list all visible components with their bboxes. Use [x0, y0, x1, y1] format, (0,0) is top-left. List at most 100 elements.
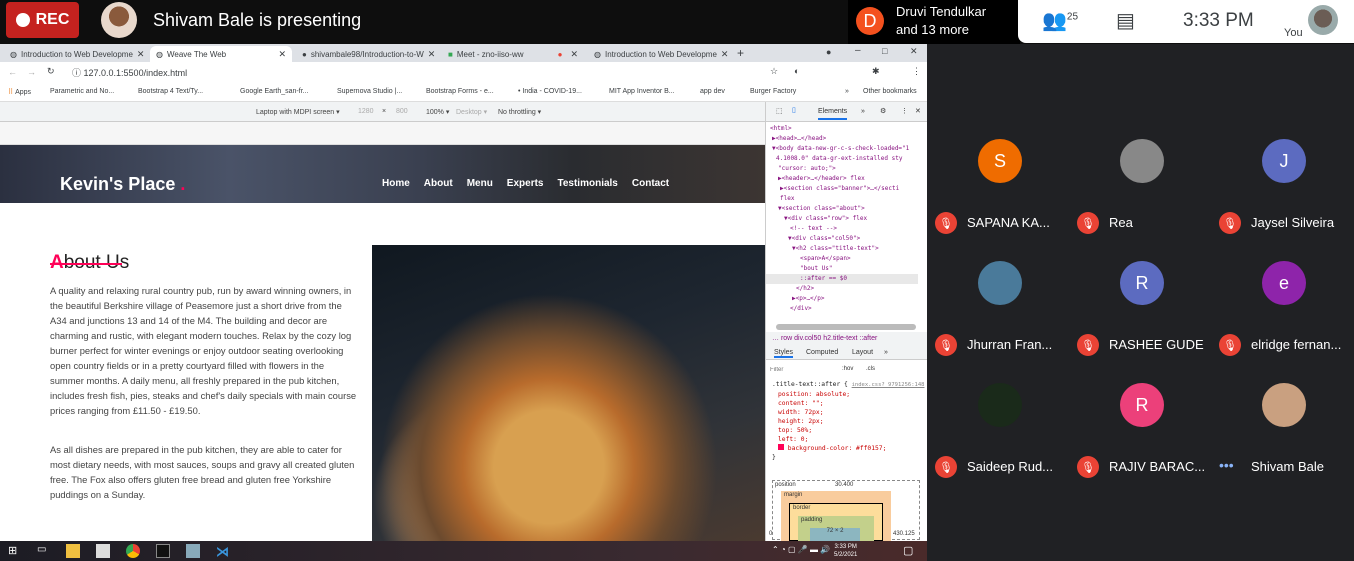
settings-gear-icon[interactable]: ⚙	[880, 107, 886, 115]
browser-tab[interactable]: ◍ Introduction to Web Developme ✕	[4, 46, 146, 62]
device-mode-select[interactable]: Desktop ▾	[456, 108, 487, 116]
close-tab-icon[interactable]: ✕	[137, 49, 145, 60]
dom-node[interactable]: <!-- text -->	[766, 224, 837, 234]
terminal-icon[interactable]	[156, 544, 170, 558]
windows-start-icon[interactable]: ⊞	[8, 544, 22, 558]
extension-icon[interactable]: ◐	[794, 66, 799, 76]
participant-tile[interactable]: e 🎙 elridge fernan...	[1211, 261, 1353, 383]
dom-node[interactable]: ▼<section class="about">	[766, 204, 865, 214]
participant-tile[interactable]: ••• Shivam Bale	[1211, 383, 1353, 505]
browser-tab[interactable]: ◍ Introduction to Web Developme ✕	[588, 46, 730, 62]
browser-tab-active[interactable]: ◍ Weave The Web ✕	[150, 46, 292, 62]
devtools-menu-icon[interactable]: ⋮	[901, 107, 908, 115]
nav-home[interactable]: Home	[382, 178, 410, 189]
bookmarks-overflow[interactable]: »	[845, 88, 849, 95]
participant-tile[interactable]: J 🎙 Jaysel Silveira	[1211, 139, 1353, 261]
dom-node[interactable]: 4.1008.0" data-gr-ext-installed sty	[766, 154, 902, 164]
cls-toggle[interactable]: .cls	[866, 366, 875, 372]
dom-node[interactable]: ▼<div class="row"> flex	[766, 214, 867, 224]
close-tab-icon[interactable]: ✕	[428, 49, 436, 60]
close-window-button[interactable]: ✕	[910, 46, 918, 57]
dom-node[interactable]: ▼<body data-new-gr-c-s-check-loaded="1	[766, 144, 909, 154]
bookmark-item[interactable]: Bootstrap 4 Text/Ty...	[138, 88, 203, 95]
dom-node[interactable]: ::after == $0	[766, 274, 918, 284]
bookmark-folder[interactable]: Other bookmarks	[863, 88, 917, 95]
zoom-select[interactable]: 100% ▾	[426, 108, 449, 116]
dom-node[interactable]: ▶<head>…</head>	[766, 134, 826, 144]
dom-node[interactable]: ▼<div class="col50">	[766, 234, 860, 244]
bookmark-item[interactable]: • India - COVID-19...	[518, 88, 582, 95]
browser-tab[interactable]: ● shivambale98/Introduction-to-W ✕	[296, 46, 438, 62]
bookmark-item[interactable]: Bootstrap Forms - e...	[426, 88, 494, 95]
notepad-icon[interactable]	[186, 544, 200, 558]
throttle-select[interactable]: No throttling ▾	[498, 108, 541, 116]
nav-about[interactable]: About	[424, 178, 453, 189]
close-tab-icon[interactable]: ✕	[570, 49, 578, 60]
participant-tile[interactable]: 🎙 Rea	[1069, 139, 1211, 261]
more-tabs[interactable]: »	[861, 108, 865, 115]
tab-computed[interactable]: Computed	[806, 349, 838, 356]
more-style-tabs[interactable]: »	[884, 349, 888, 356]
rule-source-link[interactable]: index.css?_9791256:148	[852, 382, 925, 388]
bookmark-item[interactable]: MIT App Inventor B...	[609, 88, 675, 95]
forward-icon[interactable]: →	[27, 67, 36, 77]
bookmark-item[interactable]: Parametric and No...	[50, 88, 114, 95]
nav-menu[interactable]: Menu	[467, 178, 493, 189]
dom-node[interactable]: <span>A</span>	[766, 254, 851, 264]
css-property[interactable]: position: absolute;	[772, 390, 924, 399]
participant-tile[interactable]: 🎙 Saideep Rud...	[927, 383, 1069, 505]
self-avatar[interactable]	[1308, 5, 1338, 35]
css-property[interactable]: top: 50%;	[772, 426, 924, 435]
address-bar[interactable]: ⓘ 127.0.0.1:5500/index.html	[62, 65, 782, 81]
participant-tile[interactable]: S 🎙 SAPANA KA...	[927, 139, 1069, 261]
css-property[interactable]: content: "";	[772, 399, 924, 408]
tray-clock[interactable]: 3:33 PM 5/2/2021	[834, 543, 857, 559]
file-explorer-icon[interactable]	[66, 544, 80, 558]
tab-layout[interactable]: Layout	[852, 349, 873, 356]
menu-kebab-icon[interactable]: ⋮	[912, 66, 921, 77]
dom-node[interactable]: <html>	[766, 124, 792, 134]
task-view-icon[interactable]: ▭	[37, 544, 51, 558]
nav-testimonials[interactable]: Testimonials	[557, 178, 617, 189]
vscode-icon[interactable]: ⋊	[216, 544, 230, 559]
dom-node[interactable]: "bout Us"	[766, 264, 833, 274]
nav-contact[interactable]: Contact	[632, 178, 669, 189]
dom-node[interactable]: ▶<p>…</p>	[766, 294, 825, 304]
device-width-input[interactable]: 1280	[358, 108, 374, 115]
bookmark-star-icon[interactable]: ☆	[770, 66, 778, 77]
browser-tab[interactable]: ■ Meet - zno-iiso-ww ● ✕	[442, 46, 584, 62]
new-tab-button[interactable]: +	[737, 46, 744, 60]
notifications-icon[interactable]: ▢	[903, 544, 913, 557]
css-property[interactable]: height: 2px;	[772, 417, 924, 426]
css-property-bg[interactable]: background-color: #ff0157;	[772, 444, 924, 453]
bookmark-folder[interactable]: app dev	[700, 88, 725, 95]
dom-node[interactable]: ▶<header>…</header> flex	[766, 174, 865, 184]
device-toggle-icon[interactable]: ▯	[792, 106, 796, 114]
css-property[interactable]: left: 0;	[772, 435, 924, 444]
device-preset-select[interactable]: Laptop with MDPI screen ▾	[256, 108, 340, 116]
dom-node[interactable]: ▼<h2 class="title-text">	[766, 244, 879, 254]
inspect-icon[interactable]: ⬚	[776, 107, 783, 115]
dom-breadcrumbs[interactable]: … row div.col50 h2.title-text ::after	[766, 332, 927, 346]
chrome-icon[interactable]	[126, 544, 140, 558]
people-button[interactable]: 👥25	[1042, 8, 1078, 33]
extensions-puzzle-icon[interactable]: ✱	[872, 66, 880, 77]
dom-node[interactable]: "cursor: auto;">	[766, 164, 836, 174]
back-icon[interactable]: ←	[8, 67, 17, 77]
dom-node[interactable]: flex	[766, 194, 794, 204]
minimize-button[interactable]: –	[855, 45, 861, 56]
color-swatch[interactable]	[778, 444, 784, 450]
dom-node[interactable]: ▶<section class="banner">…</secti	[766, 184, 899, 194]
hov-toggle[interactable]: :hov	[842, 366, 853, 372]
participant-tile[interactable]: 🎙 Jhurran Fran...	[927, 261, 1069, 383]
bookmark-apps[interactable]: ⠿ Apps	[8, 88, 31, 96]
css-property[interactable]: width: 72px;	[772, 408, 924, 417]
close-tab-icon[interactable]: ✕	[278, 49, 286, 60]
participant-tile[interactable]: R 🎙 RAJIV BARAC...	[1069, 383, 1211, 505]
store-icon[interactable]	[96, 544, 110, 558]
maximize-button[interactable]: □	[882, 46, 887, 56]
styles-filter-input[interactable]	[770, 364, 834, 375]
close-tab-icon[interactable]: ✕	[721, 49, 729, 60]
bookmark-item[interactable]: Supernova Studio |...	[337, 88, 402, 95]
tab-elements[interactable]: Elements	[818, 108, 848, 120]
